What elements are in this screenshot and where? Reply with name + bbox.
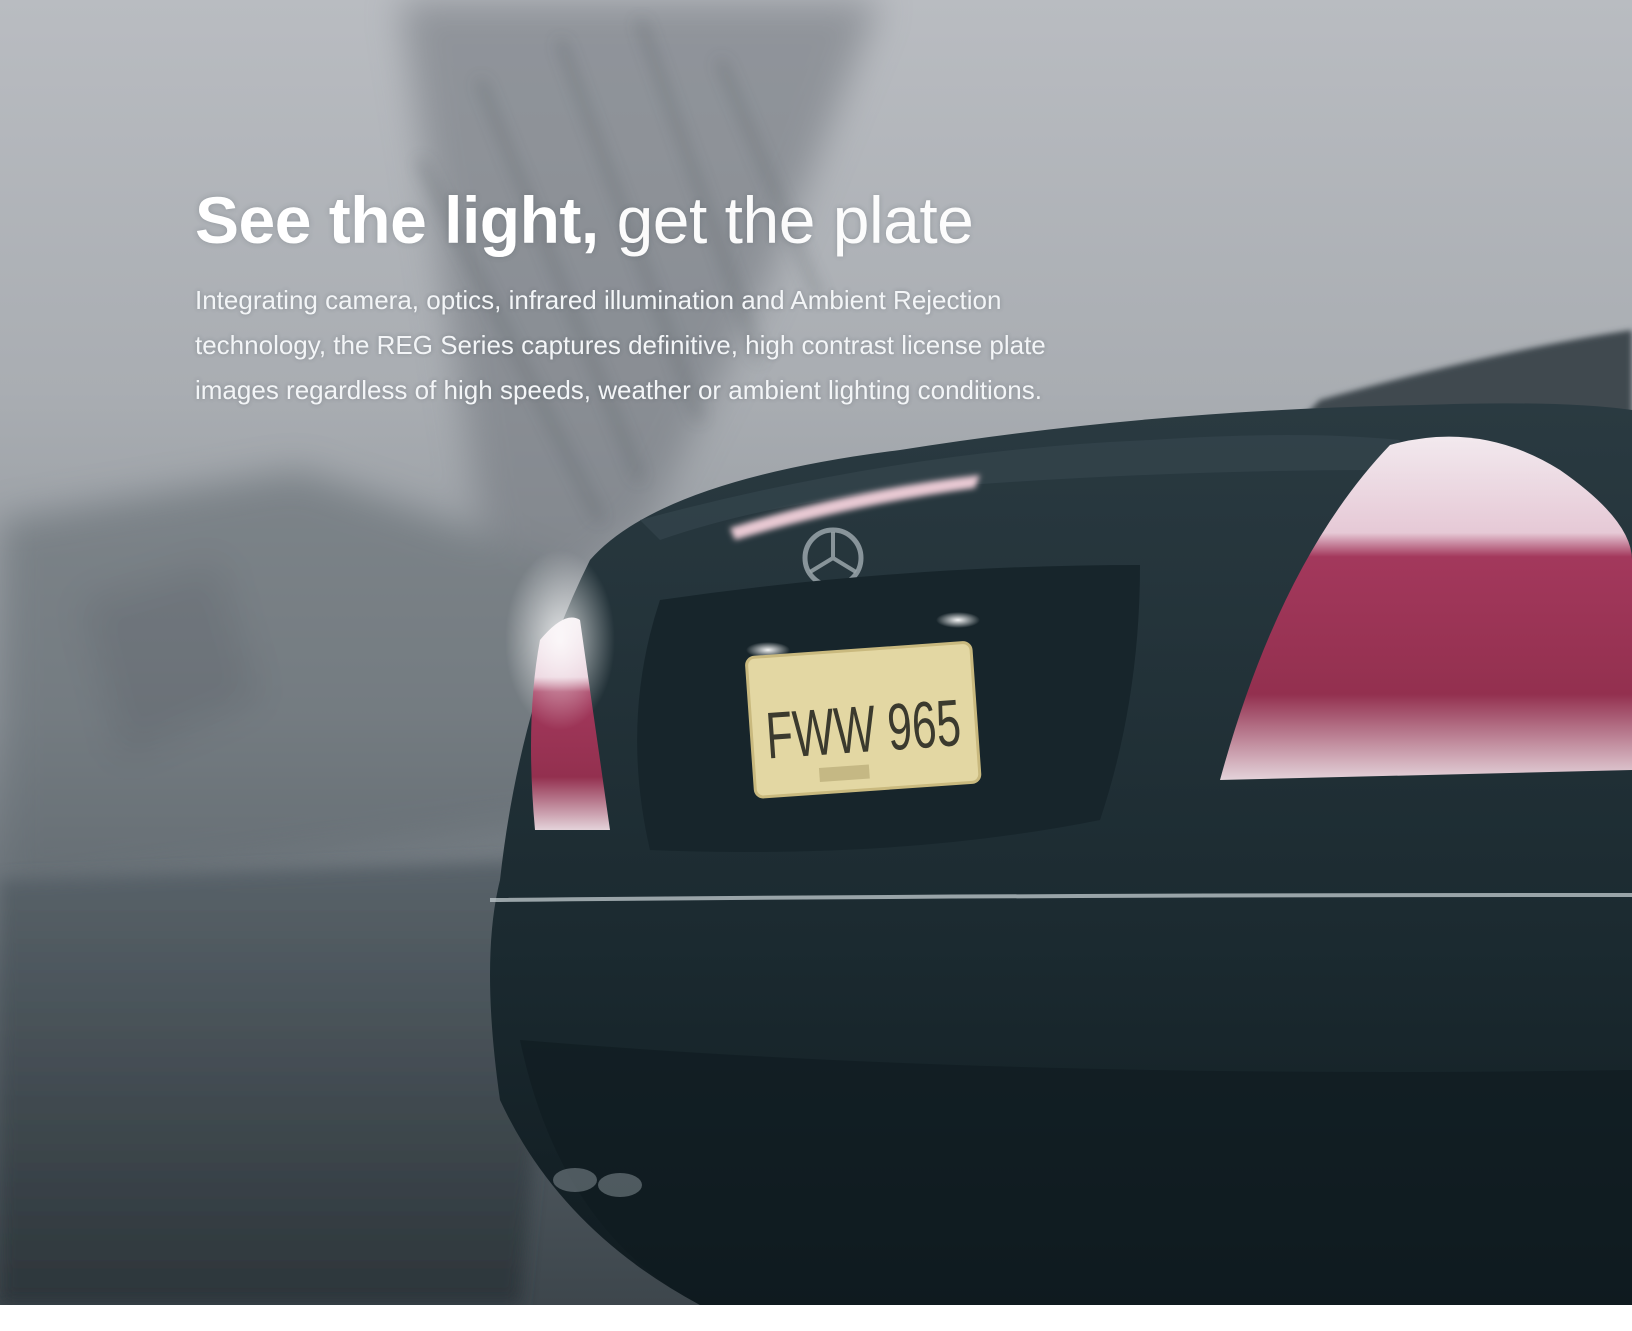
plate-number: FWW 965 — [763, 685, 963, 772]
headline: See the light, get the plate — [195, 180, 974, 260]
headline-bold-part: See the light, — [195, 183, 599, 257]
license-plate: FWW 965 — [745, 641, 982, 799]
bottom-band — [0, 1305, 1632, 1331]
hero-image: FWW 965 See the light, get the plate Int… — [0, 0, 1632, 1305]
body-copy: Integrating camera, optics, infrared ill… — [195, 285, 1046, 405]
headline-light-part: get the plate — [616, 183, 974, 257]
